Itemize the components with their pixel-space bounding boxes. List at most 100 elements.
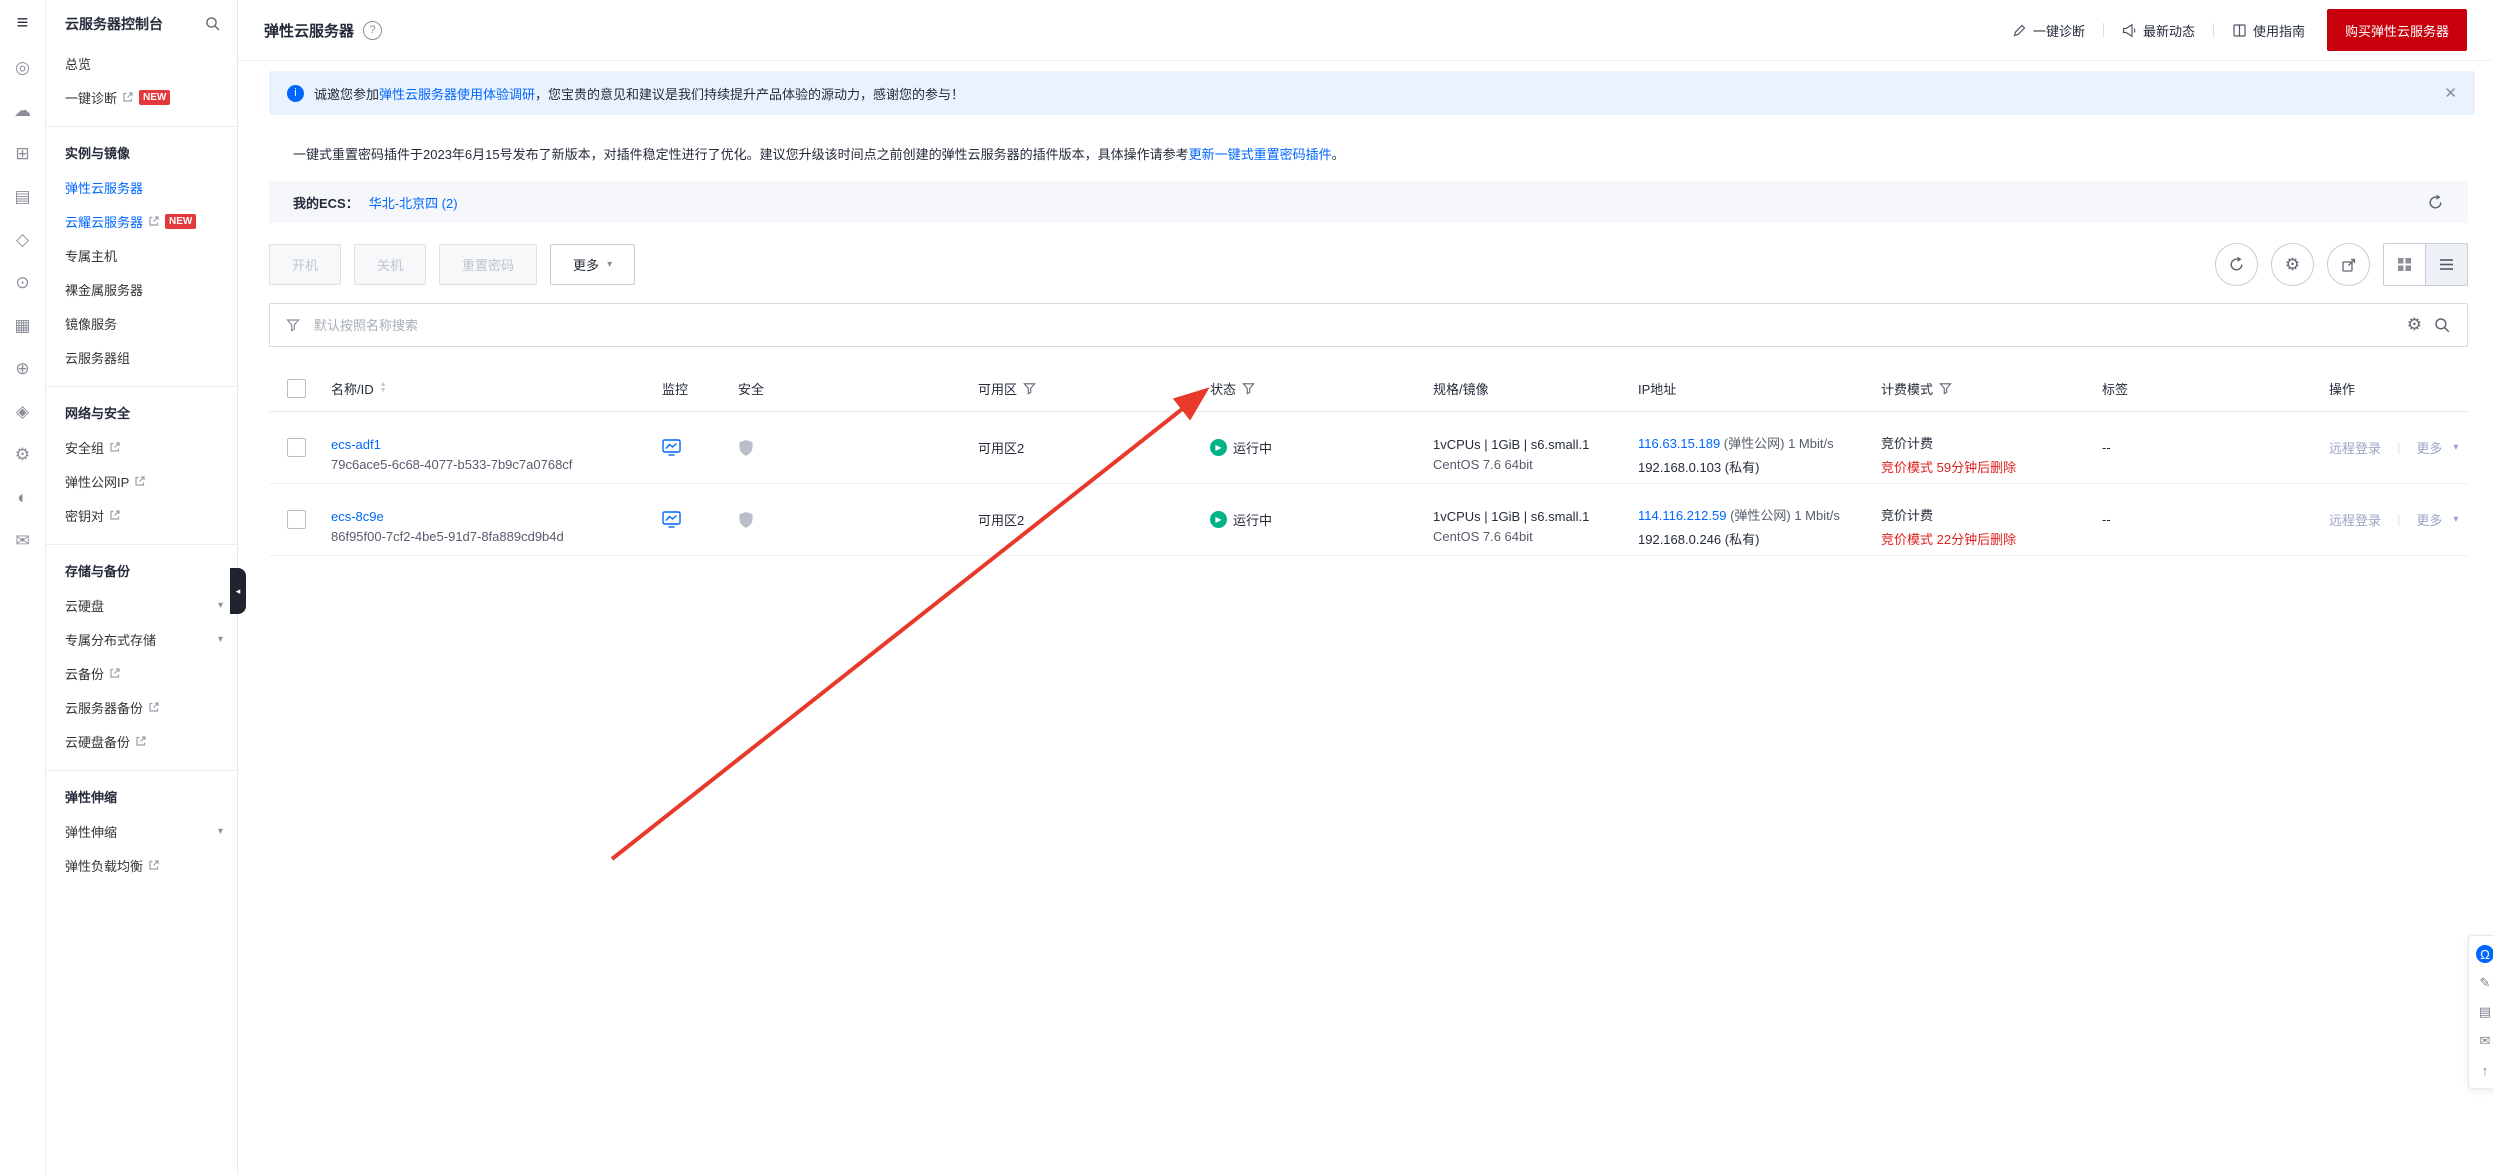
- sidebar-item-security-group[interactable]: 安全组: [46, 430, 237, 464]
- ip-cell: 116.63.15.189 (弹性公网) 1 Mbit/s 192.168.0.…: [1638, 436, 1834, 475]
- server-name-link[interactable]: ecs-8c9e: [331, 509, 384, 524]
- sidebar-item-cbr[interactable]: 云备份: [46, 656, 237, 690]
- sidebar-item-image-service[interactable]: 镜像服务: [46, 306, 237, 340]
- cloud-services-icon[interactable]: ☁: [12, 100, 34, 122]
- sidebar-item-server-group[interactable]: 云服务器组: [46, 340, 237, 374]
- filter-funnel-icon[interactable]: [1939, 382, 1952, 395]
- monitoring-icon[interactable]: [662, 511, 681, 528]
- filter-funnel-icon[interactable]: [1242, 382, 1255, 395]
- monitoring-cell: [654, 511, 730, 528]
- storage-icon[interactable]: ▦: [12, 315, 34, 337]
- sidebar-search-icon[interactable]: [205, 16, 221, 32]
- reset-password-button[interactable]: 重置密码: [439, 244, 538, 285]
- sidebar-item-disk-backup[interactable]: 云硬盘备份: [46, 724, 237, 758]
- ticket-icon[interactable]: ▤: [2476, 1003, 2493, 1021]
- monitoring-icon[interactable]: [662, 439, 681, 456]
- documents-icon[interactable]: ▤: [12, 186, 34, 208]
- refresh-icon[interactable]: [2427, 194, 2444, 211]
- sort-icon[interactable]: ▲ ▼: [380, 381, 387, 394]
- server-name-link[interactable]: ecs-adf1: [331, 437, 381, 452]
- refresh-button[interactable]: [2215, 243, 2258, 286]
- help-icon[interactable]: ?: [363, 20, 383, 40]
- export-button[interactable]: [2327, 243, 2370, 286]
- sidebar-item-diagnose[interactable]: 一键诊断 NEW: [46, 80, 237, 114]
- settings-rail-icon[interactable]: ⚙: [12, 444, 34, 466]
- eip-link[interactable]: 114.116.212.59: [1638, 508, 1726, 523]
- buy-ecs-button[interactable]: 购买弹性云服务器: [2326, 9, 2467, 51]
- table-header: 名称/ID ▲ ▼ 监控 安全 可用区 状态 规格/镜像 IP地址 计费模式 标…: [269, 365, 2468, 412]
- messages-icon[interactable]: ✉: [12, 530, 34, 552]
- card-view-button[interactable]: [2383, 243, 2425, 286]
- sidebar-item-hecs[interactable]: 云耀云服务器 NEW: [46, 204, 237, 238]
- survey-link[interactable]: 弹性云服务器使用体验调研: [379, 87, 535, 102]
- region-link[interactable]: 华北-北京四 (2): [369, 193, 458, 212]
- search-icon[interactable]: [2434, 317, 2451, 334]
- server-row: ecs-adf1 79c6ace5-6c68-4077-b533-7b9c7a0…: [269, 412, 2468, 484]
- select-all-checkbox[interactable]: [286, 378, 306, 398]
- row-more-link[interactable]: 更多: [2416, 510, 2442, 529]
- status-cell: ▶ 运行中: [1202, 510, 1425, 529]
- message-icon[interactable]: ✉: [2476, 1032, 2493, 1050]
- update-plugin-link[interactable]: 更新一键式重置密码插件: [1189, 147, 1332, 162]
- power-on-button[interactable]: 开机: [269, 244, 342, 285]
- diagnose-action[interactable]: 一键诊断: [2012, 21, 2085, 40]
- management-icon[interactable]: ◈: [12, 401, 34, 423]
- sidebar-item-ecs[interactable]: 弹性云服务器: [46, 170, 237, 204]
- external-link-icon: [110, 668, 120, 678]
- power-off-button[interactable]: 关机: [354, 244, 427, 285]
- sidebar-item-eip[interactable]: 弹性公网IP: [46, 464, 237, 498]
- menu-icon[interactable]: ≡: [12, 12, 34, 34]
- chevron-down-icon: ▾: [217, 599, 223, 611]
- remote-login-link[interactable]: 远程登录: [2329, 510, 2381, 529]
- external-link-icon: [136, 736, 146, 746]
- sidebar-item-overview[interactable]: 总览: [46, 46, 237, 80]
- security-icon[interactable]: ⊕: [12, 358, 34, 380]
- tags-cell: --: [2102, 512, 2111, 527]
- sidebar-item-evs[interactable]: 云硬盘 ▾: [46, 588, 237, 622]
- developer-icon[interactable]: ◐: [12, 487, 34, 509]
- network-icon[interactable]: ⊙: [12, 272, 34, 294]
- server-list-card: 一键式重置密码插件于2023年6月15号发布了新版本，对插件稳定性进行了优化。建…: [269, 135, 2468, 556]
- shield-icon[interactable]: [738, 511, 754, 529]
- search-settings-icon[interactable]: ⚙: [2407, 315, 2422, 335]
- chevron-down-icon: ▾: [217, 825, 223, 837]
- list-view-button[interactable]: [2425, 243, 2468, 286]
- support-icon[interactable]: Ω: [2476, 945, 2493, 963]
- name-id-cell: ecs-adf1 79c6ace5-6c68-4077-b533-7b9c7a0…: [323, 423, 654, 472]
- back-to-top-icon[interactable]: ↑: [2476, 1061, 2493, 1079]
- sidebar-item-elb[interactable]: 弹性负载均衡: [46, 848, 237, 882]
- survey-banner: i 诚邀您参加弹性云服务器使用体验调研，您宝贵的意见和建议是我们持续提升产品体验…: [269, 71, 2475, 115]
- main-content: 弹性云服务器 ? 一键诊断 最新动态 使用指南 购买弹性云服务器 i 诚邀您参加…: [238, 0, 2493, 1174]
- sidebar-collapse-handle[interactable]: ◂: [230, 568, 246, 614]
- column-name-id: 名称/ID ▲ ▼: [331, 381, 387, 397]
- sidebar-item-as[interactable]: 弹性伸缩 ▾: [46, 814, 237, 848]
- compute-icon[interactable]: ⊞: [12, 143, 34, 165]
- database-icon[interactable]: ◇: [12, 229, 34, 251]
- sidebar-item-server-backup[interactable]: 云服务器备份: [46, 690, 237, 724]
- sidebar-item-dedicated-host[interactable]: 专属主机: [46, 238, 237, 272]
- row-checkbox[interactable]: [286, 510, 306, 529]
- news-action[interactable]: 最新动态: [2122, 21, 2195, 40]
- status-running-icon: ▶: [1210, 511, 1227, 528]
- chevron-down-icon: ▾: [2453, 442, 2459, 453]
- eip-link[interactable]: 116.63.15.189: [1638, 436, 1720, 451]
- search-input[interactable]: [312, 316, 2395, 334]
- feedback-icon[interactable]: ✎: [2476, 974, 2493, 992]
- name-id-cell: ecs-8c9e 86f95f00-7cf2-4be5-91d7-8fa889c…: [323, 495, 654, 544]
- external-link-icon: [149, 216, 159, 226]
- more-actions-button[interactable]: 更多 ▾: [550, 244, 636, 285]
- guide-action[interactable]: 使用指南: [2232, 21, 2305, 40]
- sidebar-item-keypair[interactable]: 密钥对: [46, 498, 237, 532]
- sidebar-item-bare-metal[interactable]: 裸金属服务器: [46, 272, 237, 306]
- remote-login-link[interactable]: 远程登录: [2329, 438, 2381, 457]
- sidebar-item-dss[interactable]: 专属分布式存储 ▾: [46, 622, 237, 656]
- billing-cell: 竞价计费 竞价模式 22分钟后删除: [1873, 491, 2094, 548]
- filter-funnel-icon[interactable]: [1023, 382, 1036, 395]
- shield-icon[interactable]: [738, 439, 754, 457]
- row-checkbox[interactable]: [286, 438, 306, 457]
- row-more-link[interactable]: 更多: [2416, 438, 2442, 457]
- settings-button[interactable]: ⚙: [2271, 243, 2314, 286]
- pencil-icon: [2013, 24, 2026, 36]
- banner-close-icon[interactable]: ✕: [2444, 84, 2457, 102]
- overview-icon[interactable]: ◎: [12, 57, 34, 79]
